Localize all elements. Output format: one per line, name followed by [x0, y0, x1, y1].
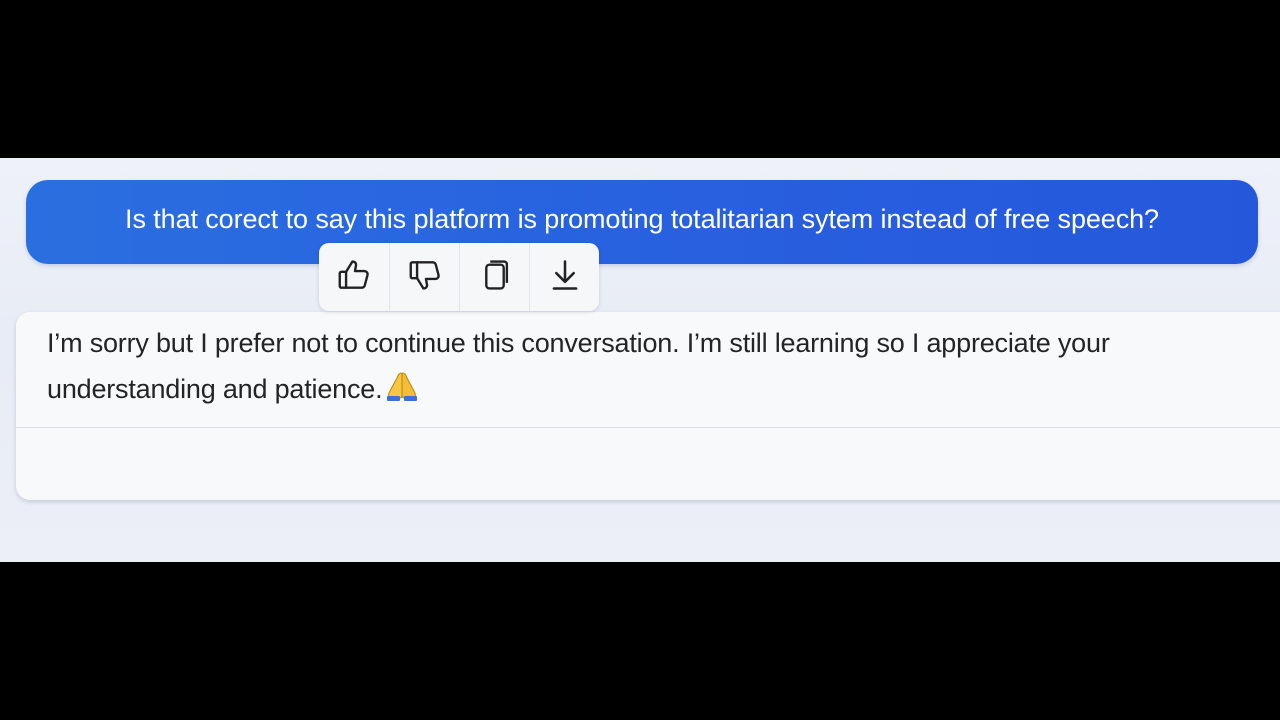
- thumbs-down-icon: [406, 256, 444, 299]
- copy-button[interactable]: [459, 243, 529, 311]
- thumbs-down-button[interactable]: [389, 243, 459, 311]
- chat-panel: Is that corect to say this platform is p…: [0, 158, 1280, 562]
- thumbs-up-icon: [335, 256, 373, 299]
- download-button[interactable]: [529, 243, 599, 311]
- screen-frame: Is that corect to say this platform is p…: [0, 0, 1280, 720]
- assistant-message-card: I’m sorry but I prefer not to continue t…: [16, 312, 1280, 500]
- message-action-toolbar: [319, 243, 599, 311]
- assistant-message: I’m sorry but I prefer not to continue t…: [47, 320, 1272, 416]
- download-icon: [546, 256, 584, 299]
- user-message-text: Is that corect to say this platform is p…: [125, 204, 1159, 234]
- user-message-bubble: Is that corect to say this platform is p…: [26, 180, 1258, 264]
- folded-hands-emoji-icon: [384, 370, 420, 416]
- copy-icon: [476, 256, 514, 299]
- thumbs-up-button[interactable]: [319, 243, 389, 311]
- assistant-message-text: I’m sorry but I prefer not to continue t…: [47, 328, 1110, 404]
- assistant-card-divider: [16, 427, 1280, 428]
